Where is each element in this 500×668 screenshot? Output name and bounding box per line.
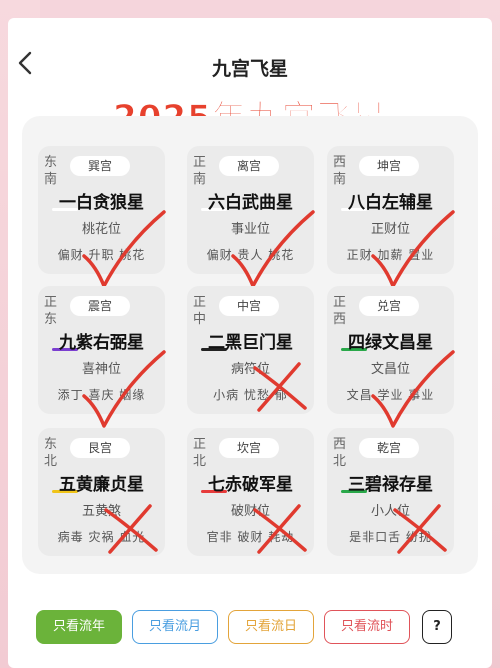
filter-hour-button[interactable]: 只看流时 xyxy=(324,610,410,644)
palace-cell[interactable]: 正北 坎宫七赤破军星破财位官非 破财 耗劫 xyxy=(187,428,314,556)
direction-label: 正北 xyxy=(193,437,207,469)
palace-badge: 艮宫 xyxy=(70,438,130,458)
palace-badge: 巽宫 xyxy=(70,156,130,176)
palace-cell[interactable]: 西北 乾宫三碧禄存星小人位是非口舌 纷扰 xyxy=(327,428,454,556)
star-name: 九紫右弼星 xyxy=(59,333,144,353)
page-title: 九宫飞星 xyxy=(211,58,288,80)
palace-cell[interactable]: 正南 离宫六白武曲星事业位偏财 贵人 桃花 xyxy=(187,146,315,288)
position-label: 桃花位 xyxy=(81,222,121,237)
filter-button-bar: 只看流年 只看流月 只看流日 只看流时? xyxy=(36,610,464,648)
star-name: 六白武曲星 xyxy=(208,193,293,213)
palace-cell[interactable]: 正西 兑宫四绿文昌星文昌位文昌 学业 事业 xyxy=(327,286,455,428)
effect-tags: 文昌 学业 事业 xyxy=(346,388,435,402)
palace-cell[interactable]: 正东 震宫九紫右弼星喜神位添丁 喜庆 姻缘 xyxy=(38,286,166,428)
direction-label: 东北 xyxy=(44,437,58,469)
effect-tags: 偏财 贵人 桃花 xyxy=(206,248,295,262)
palace-badge: 中宫 xyxy=(219,296,279,316)
palace-cell[interactable]: 东北 艮宫五黄廉贞星五黄煞病毒 灾祸 血光 xyxy=(38,428,165,556)
filter-month-button[interactable]: 只看流月 xyxy=(132,610,218,644)
filter-year-button[interactable]: 只看流年 xyxy=(36,610,122,644)
position-label: 破财位 xyxy=(230,504,270,519)
direction-label: 西北 xyxy=(333,437,347,469)
palace-badge: 离宫 xyxy=(219,156,279,176)
star-name: 三碧禄存星 xyxy=(348,475,433,495)
effect-tags: 偏财 升职 桃花 xyxy=(57,248,146,262)
star-name: 八白左辅星 xyxy=(348,193,433,213)
direction-label: 东南 xyxy=(44,155,58,187)
palace-badge: 震宫 xyxy=(70,296,130,316)
position-label: 文昌位 xyxy=(370,362,410,377)
star-name: 一白贪狼星 xyxy=(59,193,144,213)
direction-label: 正南 xyxy=(193,155,207,187)
position-label: 正财位 xyxy=(370,222,410,237)
palace-cell[interactable]: 东南 巽宫一白贪狼星桃花位偏财 升职 桃花 xyxy=(38,146,166,288)
filter-day-button[interactable]: 只看流日 xyxy=(228,610,314,644)
effect-tags: 官非 破财 耗劫 xyxy=(206,530,295,544)
position-label: 五黄煞 xyxy=(81,504,121,519)
star-name: 七赤破军星 xyxy=(208,475,293,495)
palace-badge: 坤宫 xyxy=(359,156,419,176)
palace-badge: 兑宫 xyxy=(359,296,419,316)
effect-tags: 病毒 灾祸 血光 xyxy=(57,530,146,544)
position-label: 小人位 xyxy=(370,504,410,519)
palace-badge: 坎宫 xyxy=(219,438,279,458)
star-name: 二黑巨门星 xyxy=(208,333,293,353)
effect-tags: 小病 忧愁 郁 xyxy=(213,388,288,402)
app-screen: 九宫飞星 2025年九宫飞星 东南巽宫一白贪狼星桃花位偏财 升职 桃花正南离宫六… xyxy=(8,18,492,668)
direction-label: 正西 xyxy=(333,295,347,327)
palace-cell[interactable]: 正中 中宫二黑巨门星病符位小病 忧愁 郁 xyxy=(187,286,314,414)
palace-badge: 乾宫 xyxy=(359,438,419,458)
position-label: 事业位 xyxy=(230,222,270,237)
palace-cell[interactable]: 西南 坤宫八白左辅星正财位正财 加薪 置业 xyxy=(327,146,455,288)
effect-tags: 添丁 喜庆 姻缘 xyxy=(57,388,146,402)
effect-tags: 是非口舌 纷扰 xyxy=(349,530,432,544)
star-name: 五黄廉贞星 xyxy=(59,475,144,495)
help-button[interactable]: ? xyxy=(422,610,452,644)
effect-tags: 正财 加薪 置业 xyxy=(346,248,435,262)
position-label: 病符位 xyxy=(230,362,270,377)
direction-label: 西南 xyxy=(333,155,347,187)
position-label: 喜神位 xyxy=(81,362,121,377)
direction-label: 正中 xyxy=(193,295,207,327)
star-name: 四绿文昌星 xyxy=(348,333,433,353)
direction-label: 正东 xyxy=(44,295,58,327)
nine-palace-grid: 东南 巽宫 一白贪狼星 桃花位 偏财 升职 桃花 正南 离宫 六白武曲星 事业位 偏财 贵人 桃花… xyxy=(22,116,478,574)
